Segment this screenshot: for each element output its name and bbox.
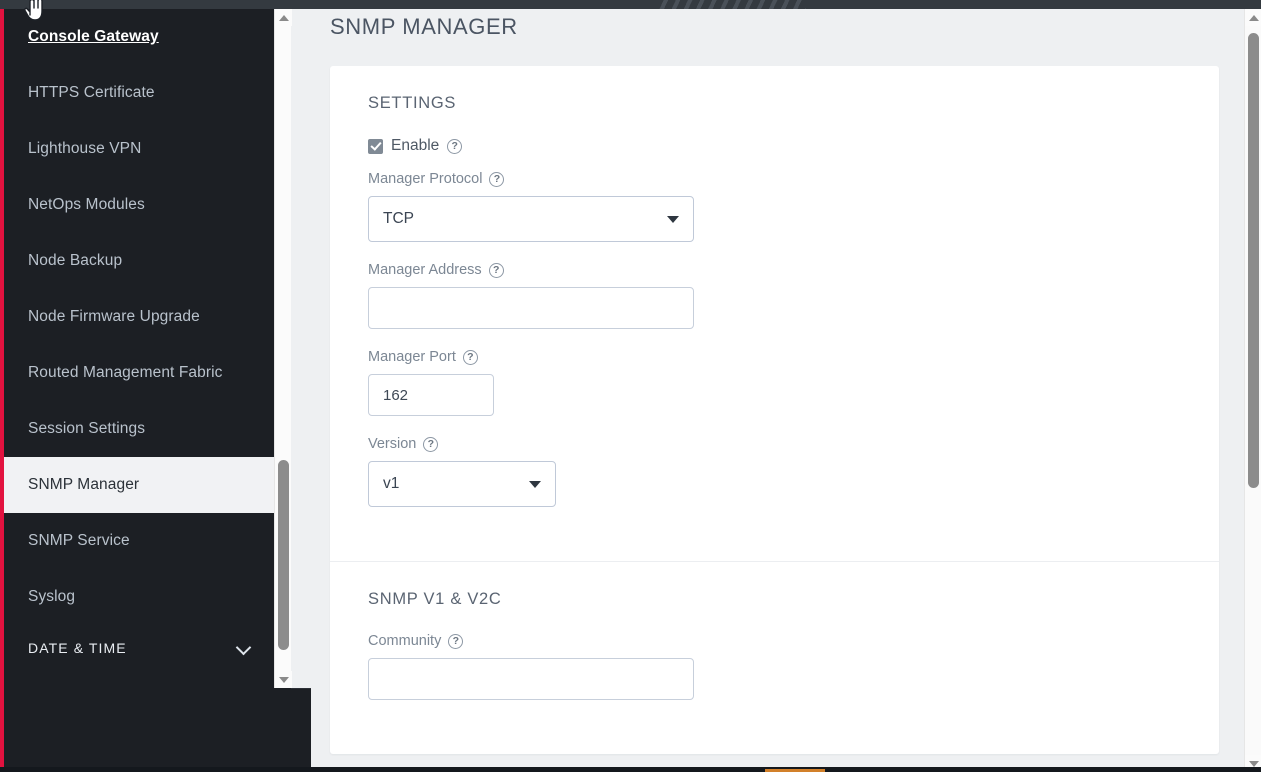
sidebar-item-routed-management-fabric[interactable]: Routed Management Fabric (0, 345, 291, 401)
sidebar-scroll-down-button[interactable] (275, 671, 292, 688)
sidebar-item-snmp-service[interactable]: SNMP Service (0, 513, 291, 569)
sidebar-scrollbar[interactable] (274, 9, 291, 688)
sidebar-item-label: Routed Management Fabric (28, 364, 223, 382)
field-manager-address: Manager Address ? (368, 262, 1181, 329)
field-community: Community ? (368, 633, 1181, 700)
sidebar-item-label: Node Firmware Upgrade (28, 308, 200, 326)
community-input[interactable] (368, 658, 694, 700)
help-icon[interactable]: ? (448, 634, 463, 649)
manager-protocol-select[interactable]: TCP (368, 196, 694, 242)
sidebar: Console Gateway HTTPS Certificate Lighth… (0, 9, 291, 772)
sidebar-item-snmp-manager[interactable]: SNMP Manager (0, 457, 291, 513)
page-title: SNMP MANAGER (330, 14, 518, 40)
help-icon[interactable]: ? (489, 172, 504, 187)
chevron-down-icon (667, 216, 679, 223)
help-icon[interactable]: ? (489, 263, 504, 278)
sidebar-item-label: SNMP Manager (28, 476, 139, 494)
window-bottom-edge (0, 767, 1261, 772)
sidebar-item-label: HTTPS Certificate (28, 84, 155, 102)
main-scrollbar[interactable] (1244, 9, 1261, 772)
field-label: Community (368, 633, 441, 649)
sidebar-nav-list: Console Gateway HTTPS Certificate Lighth… (0, 9, 291, 688)
version-value: v1 (383, 475, 399, 493)
window-top-bar (0, 0, 1261, 9)
window-drag-stripes (656, 0, 806, 9)
sidebar-item-lighthouse-vpn[interactable]: Lighthouse VPN (0, 121, 291, 177)
sidebar-item-netops-modules[interactable]: NetOps Modules (0, 177, 291, 233)
help-icon[interactable]: ? (463, 350, 478, 365)
help-icon[interactable]: ? (447, 139, 462, 154)
enable-checkbox[interactable] (368, 139, 383, 154)
settings-card: SETTINGS Enable ? Manager Protocol ? TCP (330, 66, 1219, 754)
sidebar-scroll-up-button[interactable] (275, 9, 292, 26)
section-snmp-v1-v2c: SNMP V1 & V2C Community ? (330, 561, 1219, 754)
sidebar-item-https-certificate[interactable]: HTTPS Certificate (0, 65, 291, 121)
triangle-up-icon (1249, 15, 1259, 21)
field-label: Manager Port (368, 349, 456, 365)
chevron-down-icon (237, 641, 251, 655)
enable-label: Enable (391, 137, 439, 155)
manager-port-value: 162 (383, 387, 408, 404)
manager-protocol-value: TCP (383, 210, 414, 228)
manager-address-input[interactable] (368, 287, 694, 329)
field-label: Manager Protocol (368, 171, 482, 187)
main-scroll-up-button[interactable] (1245, 9, 1261, 26)
sidebar-item-syslog[interactable]: Syslog (0, 569, 291, 625)
sidebar-item-label: Lighthouse VPN (28, 140, 141, 158)
sidebar-group-label: DATE & TIME (28, 640, 127, 656)
manager-port-input[interactable]: 162 (368, 374, 494, 416)
sidebar-item-label: SNMP Service (28, 532, 130, 550)
chevron-down-icon (529, 481, 541, 488)
triangle-down-icon (279, 677, 289, 683)
field-label: Version (368, 436, 416, 452)
field-label-row: Manager Protocol ? (368, 171, 1181, 187)
field-manager-protocol: Manager Protocol ? TCP (368, 171, 1181, 242)
field-manager-port: Manager Port ? 162 (368, 349, 1181, 416)
help-icon[interactable]: ? (423, 437, 438, 452)
triangle-down-icon (1249, 761, 1259, 767)
field-label-row: Community ? (368, 633, 1181, 649)
field-label-row: Manager Address ? (368, 262, 1181, 278)
sidebar-item-node-backup[interactable]: Node Backup (0, 233, 291, 289)
sidebar-item-console-gateway[interactable]: Console Gateway (0, 9, 291, 65)
field-label: Manager Address (368, 262, 482, 278)
section-title: SNMP V1 & V2C (368, 590, 1181, 609)
sidebar-item-node-firmware-upgrade[interactable]: Node Firmware Upgrade (0, 289, 291, 345)
main-content: SNMP MANAGER SETTINGS Enable ? Manager P… (311, 9, 1261, 772)
sidebar-item-label: NetOps Modules (28, 196, 145, 214)
version-select[interactable]: v1 (368, 461, 556, 507)
field-label-row: Manager Port ? (368, 349, 1181, 365)
app-window: Console Gateway HTTPS Certificate Lighth… (0, 0, 1261, 772)
enable-row: Enable ? (368, 137, 1181, 155)
main-scrollbar-thumb[interactable] (1248, 33, 1259, 488)
sidebar-item-label: Node Backup (28, 252, 122, 270)
field-label-row: Version ? (368, 436, 1181, 452)
sidebar-group-date-and-time[interactable]: DATE & TIME (0, 625, 291, 671)
sidebar-item-label: Syslog (28, 588, 75, 606)
section-title: SETTINGS (368, 94, 1181, 113)
section-settings: SETTINGS Enable ? Manager Protocol ? TCP (330, 66, 1219, 561)
sidebar-item-session-settings[interactable]: Session Settings (0, 401, 291, 457)
sidebar-item-label: Session Settings (28, 420, 145, 438)
triangle-up-icon (279, 15, 289, 21)
sidebar-item-label: Console Gateway (28, 28, 159, 46)
field-version: Version ? v1 (368, 436, 1181, 507)
sidebar-scrollbar-thumb[interactable] (278, 460, 289, 650)
